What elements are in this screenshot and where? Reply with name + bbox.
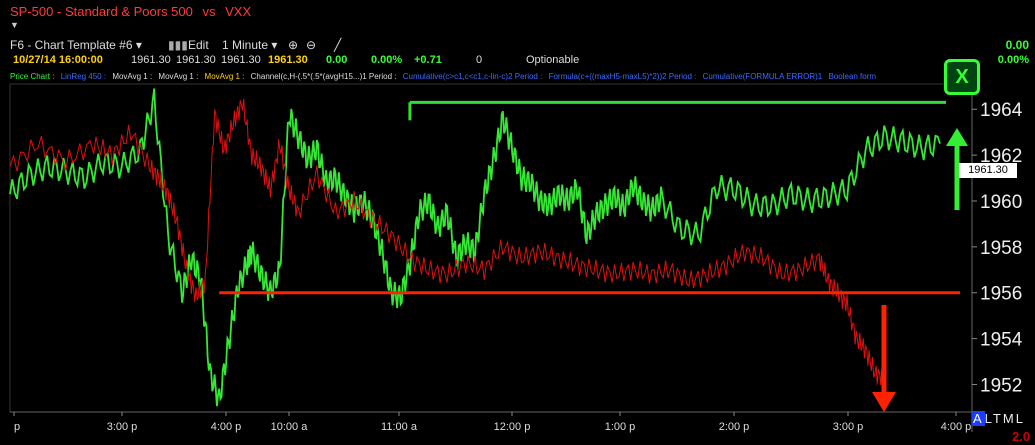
x-tick-label: 4:00 p: [941, 421, 972, 433]
x-badge: X: [944, 59, 980, 95]
last-price-box: 1961.30: [959, 163, 1017, 178]
down-arrow-head: [872, 392, 896, 412]
up-arrow-head: [946, 128, 968, 146]
plot-frame: [9, 83, 973, 413]
x-tick-label: 2:00 p: [719, 421, 750, 433]
y-tick-label: 1956: [980, 284, 1022, 305]
y-tick-label: 1964: [980, 100, 1023, 121]
y-tick-label: 1954: [980, 330, 1023, 351]
corner-rest: LTML: [984, 411, 1025, 426]
y-tick-label: 1960: [980, 192, 1022, 213]
y-tick-label: 1952: [980, 375, 1022, 396]
price-chart[interactable]: 1964196219601958195619541952p 3:00 p 4:00 …: [0, 0, 1035, 445]
corner-a: A: [972, 411, 985, 426]
spx-series-line: [9, 88, 941, 407]
x-tick-label: p: [14, 421, 20, 433]
x-tick-label: 12:00 p: [494, 421, 531, 433]
x-tick-label: 11:00 a: [381, 421, 418, 433]
x-tick-label: 10:00 a: [271, 421, 309, 433]
x-tick-label: 1:00 p: [605, 421, 636, 433]
vxx-series-line: [9, 98, 885, 386]
x-tick-label: 3:00 p: [833, 421, 864, 433]
corner-two: 2.0: [1012, 429, 1031, 444]
corner-label: ALTML: [972, 411, 1025, 426]
x-tick-label: 3:00 p: [107, 421, 138, 433]
y-tick-label: 1958: [980, 238, 1022, 259]
x-tick-label: 4:00 p: [211, 421, 242, 433]
